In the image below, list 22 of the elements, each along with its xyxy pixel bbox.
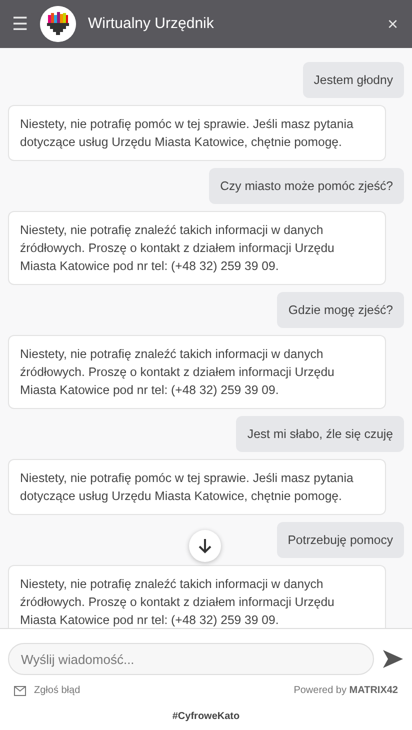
arrow-down-icon [198, 538, 212, 554]
window-title: Wirtualny Urzędnik [88, 14, 215, 34]
user-message: Czy miasto może pomóc zjeść? [209, 168, 404, 204]
menu-button[interactable]: ☰ [12, 15, 28, 33]
user-message: Jest mi słabo, źle się czuję [236, 416, 404, 452]
close-button[interactable]: × [387, 15, 398, 33]
scroll-down-button[interactable] [189, 530, 221, 562]
bot-message: Niestety, nie potrafię pomóc w tej sprawie. Jeśli masz pytania dotyczące usług Urzędu Miasta Katowice, chętnie pomogę. [8, 105, 386, 161]
mail-icon [14, 686, 26, 696]
logo-icon [40, 6, 76, 42]
bot-message: Niestety, nie potrafię znaleźć takich informacji w danych źródłowych. Proszę o kontakt z działem informacji Urzędu Miasta Katowice pod nr tel: (+48 32) 259 39 09. [8, 565, 386, 628]
bot-message: Niestety, nie potrafię znaleźć takich informacji w danych źródłowych. Proszę o kontakt z działem informacji Urzędu Miasta Katowice pod nr tel: (+48 32) 259 39 09. [8, 211, 386, 285]
message-input[interactable]: Wyślij wiadomość... [8, 643, 374, 675]
user-message: Gdzie mogę zjeść? [277, 292, 404, 328]
powered-by-text: Powered by MATRIX42 [294, 684, 398, 698]
report-link[interactable]: Zgłoś błąd [14, 683, 80, 698]
user-message: Jestem głodny [302, 62, 404, 98]
user-message: Potrzebuję pomocy [276, 522, 404, 558]
bot-message: Niestety, nie potrafię pomóc w tej sprawie. Jeśli masz pytania dotyczące usług Urzędu Miasta Katowice, chętnie pomogę. [8, 459, 386, 515]
bot-message: Niestety, nie potrafię znaleźć takich informacji w danych źródłowych. Proszę o kontakt z działem informacji Urzędu Miasta Katowice pod nr tel: (+48 32) 259 39 09. [8, 335, 386, 409]
send-button[interactable] [382, 647, 404, 671]
send-icon [382, 648, 404, 669]
